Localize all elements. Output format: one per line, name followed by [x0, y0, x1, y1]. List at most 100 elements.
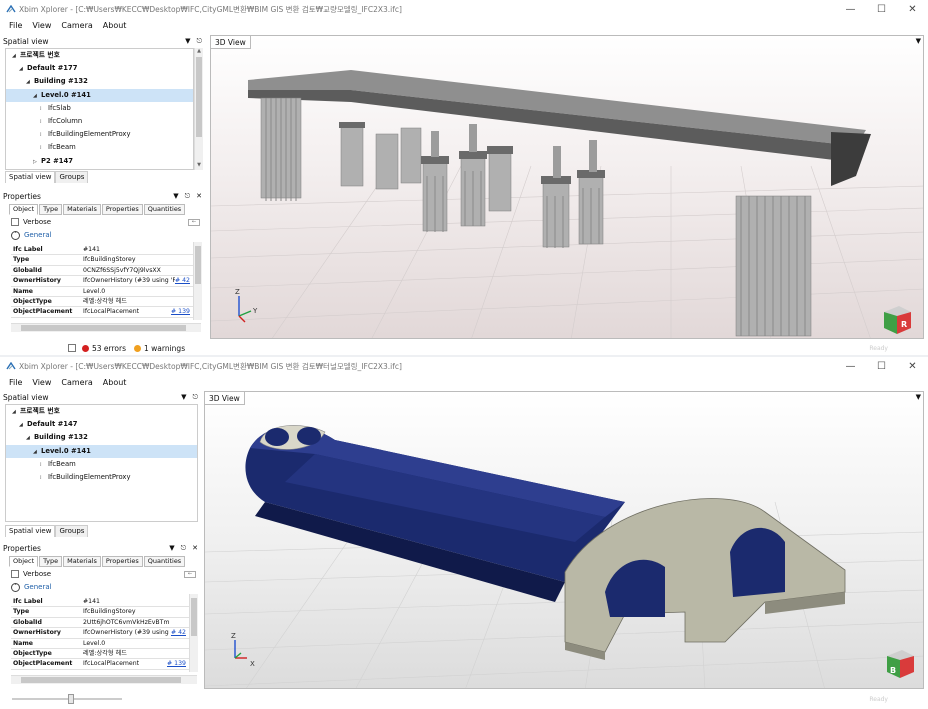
tab-groups[interactable]: Groups — [55, 171, 89, 183]
property-link[interactable]: # 42 — [171, 628, 189, 637]
collapsed-triangle-icon[interactable]: ▷ — [33, 156, 41, 169]
pin-icon[interactable]: ⎋ — [181, 544, 187, 553]
tree-node[interactable]: ▷ P2 #147 — [6, 155, 193, 168]
tab-object[interactable]: Object — [9, 556, 39, 567]
property-link[interactable]: # 42 — [175, 276, 193, 285]
tab-groups[interactable]: Groups — [55, 525, 89, 537]
general-group-header[interactable]: ˄ General — [0, 581, 202, 593]
tree-node[interactable]: ◢ 프로젝트 번호 — [6, 405, 197, 418]
verbose-checkbox[interactable] — [11, 218, 19, 226]
collapse-circle-icon[interactable]: ˄ — [11, 230, 20, 240]
menu-file[interactable]: File — [9, 378, 22, 387]
tab-type[interactable]: Type — [39, 556, 63, 567]
maximize-icon[interactable]: ☐ — [866, 361, 897, 372]
menu-view[interactable]: View — [32, 21, 51, 30]
status-checkbox[interactable] — [68, 344, 76, 352]
collapse-circle-icon[interactable]: ˄ — [11, 582, 20, 592]
pin-icon[interactable]: ⎋ — [185, 192, 191, 201]
3d-viewport[interactable]: 3D View ▼ — [210, 35, 924, 339]
tab-type[interactable]: Type — [39, 204, 63, 215]
property-row[interactable]: Type IfcBuildingStorey — [11, 255, 193, 266]
tab-spatial-view[interactable]: Spatial view — [5, 525, 56, 537]
tree-node[interactable]: ⁞ IfcColumn — [6, 115, 193, 128]
property-link[interactable]: # 139 — [171, 307, 193, 316]
pin-icon[interactable]: ⎋ — [192, 393, 198, 402]
tree-scrollbar[interactable]: ▲ ▼ — [194, 48, 203, 170]
property-row[interactable]: Ifc Label #141 — [11, 245, 193, 256]
scroll-thumb[interactable] — [191, 598, 197, 636]
tab-quantities[interactable]: Quantities — [143, 556, 186, 567]
dropdown-icon[interactable]: ▼ — [169, 544, 174, 553]
tree-node[interactable]: ◢ Level.0 #141 — [6, 444, 197, 459]
menu-camera[interactable]: Camera — [61, 378, 92, 387]
expanded-triangle-icon[interactable]: ◢ — [26, 76, 34, 89]
maximize-icon[interactable]: ☐ — [866, 4, 897, 15]
close-icon[interactable]: ✕ — [897, 361, 928, 372]
status-warnings[interactable]: 1 warnings — [144, 344, 185, 353]
view-cube-icon[interactable]: R — [884, 306, 911, 334]
3d-viewport[interactable]: 3D View ▼ — [204, 391, 924, 689]
tab-quantities[interactable]: Quantities — [143, 204, 186, 215]
scroll-thumb[interactable] — [21, 325, 186, 331]
property-row[interactable]: ObjectPlacement IfcLocalPlacement # 139 — [11, 307, 193, 318]
close-icon[interactable]: ✕ — [897, 4, 928, 15]
tab-materials[interactable]: Materials — [63, 204, 101, 215]
property-link[interactable]: # 139 — [167, 659, 189, 668]
tab-object[interactable]: Object — [9, 204, 39, 215]
expanded-triangle-icon[interactable]: ◢ — [33, 90, 41, 103]
collapse-button[interactable]: ← — [188, 218, 200, 226]
expanded-triangle-icon[interactable]: ◢ — [26, 432, 34, 445]
slider-thumb[interactable] — [68, 694, 74, 704]
dropdown-icon[interactable]: ▼ — [173, 192, 178, 201]
property-row[interactable]: GlobalId 0CNZf6SSj5vfY7Qj9lvsXX — [11, 266, 193, 277]
property-row[interactable]: Ifc Label #141 — [11, 597, 189, 608]
tab-properties[interactable]: Properties — [101, 556, 143, 567]
property-row[interactable]: Name Level.0 — [11, 639, 189, 649]
status-slider[interactable] — [12, 694, 122, 704]
tab-3d-view[interactable]: 3D View — [205, 392, 245, 405]
property-row[interactable]: ObjectType 레벨:상각형 헤드 — [11, 649, 189, 660]
viewport-menu-icon[interactable]: ▼ — [916, 37, 921, 45]
menu-about[interactable]: About — [103, 21, 127, 30]
tree-node[interactable]: ◢ Building #132 — [6, 75, 193, 88]
tree-node[interactable]: ⁞ IfcBuildingElementProxy — [6, 128, 193, 141]
properties-scrollbar[interactable] — [193, 242, 202, 320]
view-cube-icon[interactable]: B — [887, 650, 914, 678]
tab-3d-view[interactable]: 3D View — [211, 36, 251, 49]
tree-node[interactable]: ⁞ IfcBeam — [6, 458, 197, 471]
scroll-thumb[interactable] — [196, 57, 202, 137]
minimize-icon[interactable]: — — [835, 4, 866, 15]
properties-scrollbar[interactable] — [189, 594, 198, 672]
tree-node[interactable]: ◢ Building #132 — [6, 431, 197, 444]
minimize-icon[interactable]: — — [835, 361, 866, 372]
property-row[interactable]: OwnerHistory IfcOwnerHistory (#39 using '… — [11, 628, 189, 639]
tab-materials[interactable]: Materials — [63, 556, 101, 567]
menu-camera[interactable]: Camera — [61, 21, 92, 30]
close-icon[interactable]: ✕ — [196, 192, 202, 201]
tree-node[interactable]: ◢ 프로젝트 번호 — [6, 49, 193, 62]
tree-node[interactable]: ⁞ IfcSlab — [6, 102, 193, 115]
dropdown-icon[interactable]: ▼ — [185, 37, 190, 46]
scroll-thumb[interactable] — [195, 246, 201, 284]
tree-node[interactable]: ◢ Default #147 — [6, 418, 197, 431]
property-row[interactable]: ObjectType 레벨:상각형 헤드 — [11, 297, 193, 308]
property-row[interactable]: Name Level.0 — [11, 287, 193, 297]
menu-about[interactable]: About — [103, 378, 127, 387]
expanded-triangle-icon[interactable]: ◢ — [33, 446, 41, 459]
status-errors[interactable]: 53 errors — [92, 344, 126, 353]
close-icon[interactable]: ✕ — [192, 544, 198, 553]
tab-spatial-view[interactable]: Spatial view — [5, 171, 56, 183]
pin-icon[interactable]: ⎋ — [196, 37, 202, 46]
tree-node[interactable]: ⁞ IfcBuildingElementProxy — [6, 471, 197, 484]
tab-properties[interactable]: Properties — [101, 204, 143, 215]
general-group-header[interactable]: ˄ General — [0, 229, 206, 241]
tree-node[interactable]: ◢ Level.0 #141 — [6, 88, 193, 103]
viewport-menu-icon[interactable]: ▼ — [916, 393, 921, 401]
verbose-checkbox[interactable] — [11, 570, 19, 578]
property-row[interactable]: OwnerHistory IfcOwnerHistory (#39 using '… — [11, 276, 193, 287]
scroll-thumb[interactable] — [21, 677, 181, 683]
tree-node[interactable]: ◢ Default #177 — [6, 62, 193, 75]
menu-file[interactable]: File — [9, 21, 22, 30]
properties-hscrollbar[interactable] — [11, 323, 201, 332]
property-row[interactable]: Type IfcBuildingStorey — [11, 607, 189, 618]
